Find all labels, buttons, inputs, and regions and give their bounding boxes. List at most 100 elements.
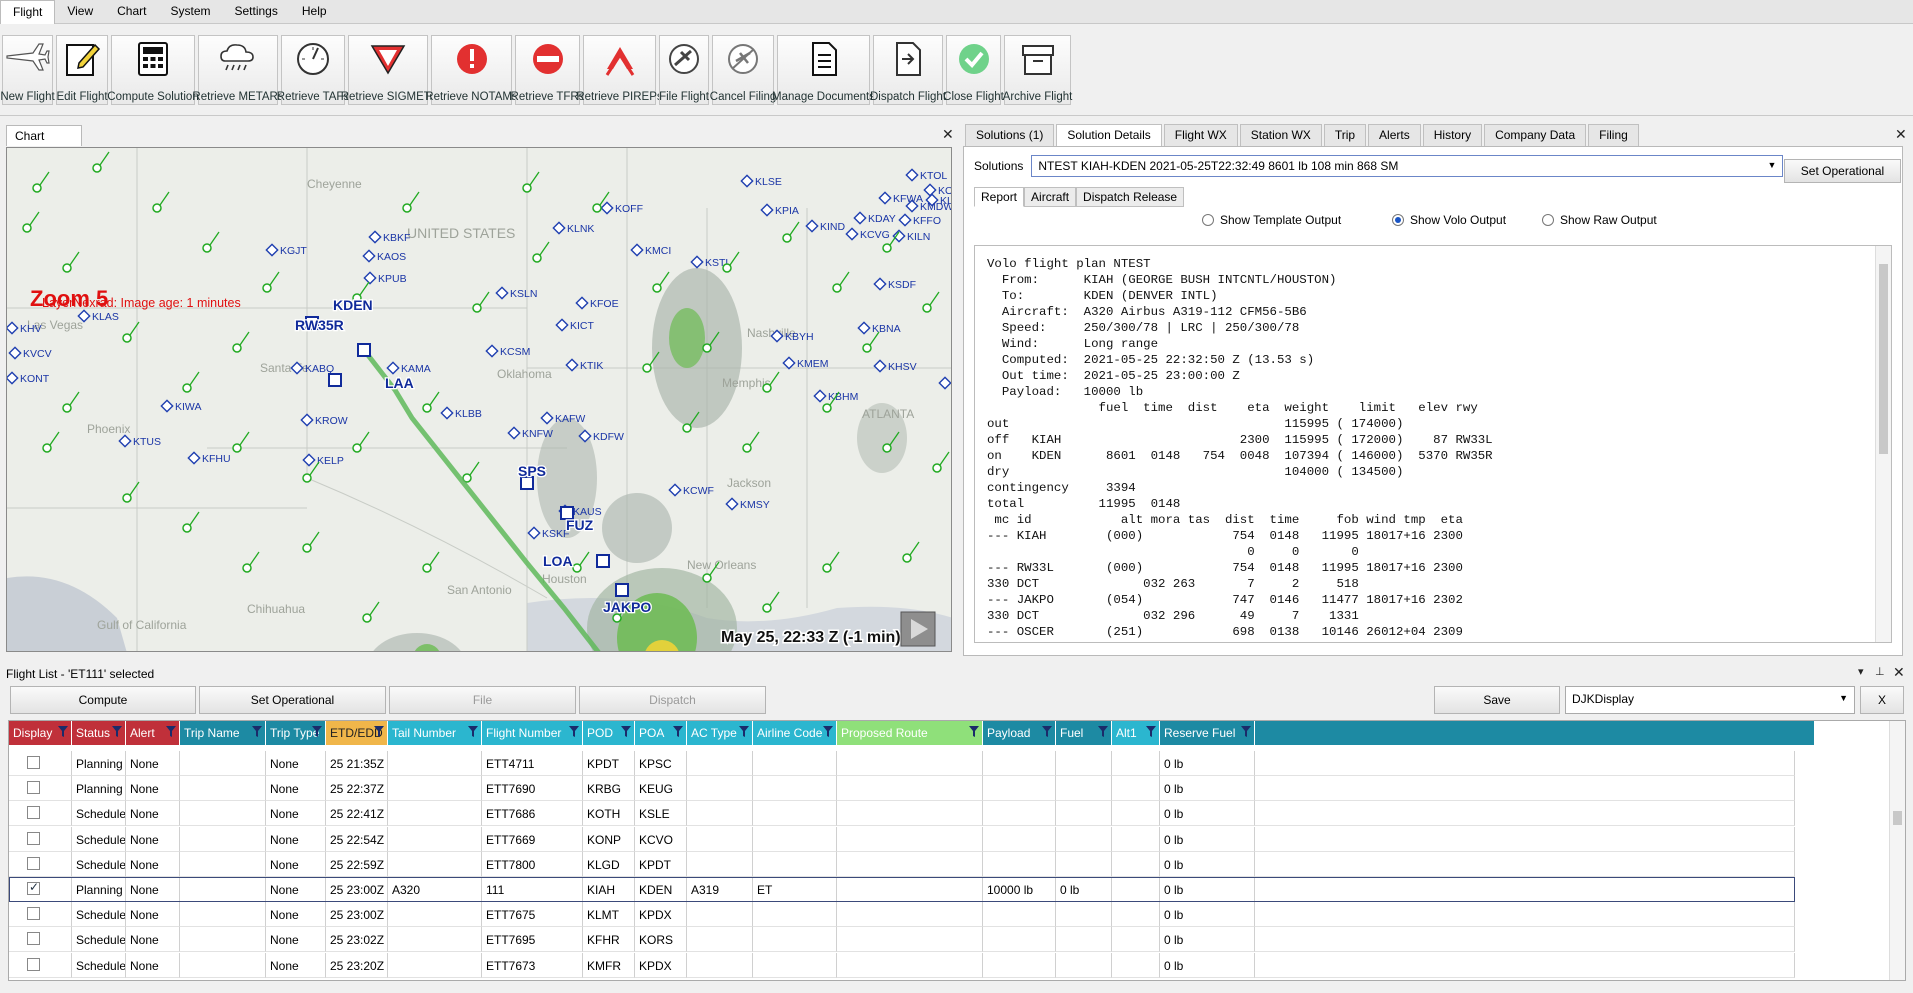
tab-trip[interactable]: Trip bbox=[1323, 124, 1367, 146]
compute-button[interactable]: Compute bbox=[10, 686, 196, 714]
table-row[interactable]: ScheduledNoneNone25 23:00ZETT7675KLMTKPD… bbox=[9, 902, 1795, 928]
subtab-report[interactable]: Report bbox=[974, 187, 1025, 207]
radio-show-raw-output[interactable]: Show Raw Output bbox=[1542, 213, 1657, 227]
table-row[interactable]: ScheduledNoneNone25 23:02ZETT7695KFHRKOR… bbox=[9, 927, 1795, 953]
column-header-reserve-fuel[interactable]: Reserve Fuel bbox=[1160, 721, 1255, 745]
menu-system[interactable]: System bbox=[158, 0, 222, 24]
solutions-select[interactable]: NTEST KIAH-KDEN 2021-05-25T22:32:49 8601… bbox=[1031, 155, 1784, 177]
tab-station-wx[interactable]: Station WX bbox=[1239, 124, 1322, 146]
station-kama[interactable]: KAMA bbox=[386, 361, 431, 375]
display-checkbox[interactable] bbox=[27, 856, 40, 870]
menu-view[interactable]: View bbox=[55, 0, 105, 24]
cell-display[interactable] bbox=[9, 826, 72, 852]
display-checkbox[interactable] bbox=[27, 806, 40, 820]
station-ktol[interactable]: KTOL bbox=[905, 168, 947, 182]
save-button[interactable]: Save bbox=[1434, 686, 1560, 714]
station-kont[interactable]: KONT bbox=[7, 371, 50, 385]
toolbar-archive-flight-button[interactable]: Archive Flight bbox=[1003, 35, 1072, 105]
table-row[interactable]: Planning None None 25 22:37Z ETT7690 KRBG KEUG… bbox=[9, 776, 1795, 802]
column-header-proposed-route[interactable]: Proposed Route bbox=[837, 721, 983, 745]
display-profile-select[interactable]: DJKDisplay ▼ bbox=[1565, 686, 1855, 714]
subtab-dispatch-release[interactable]: Dispatch Release bbox=[1076, 187, 1185, 207]
filter-icon[interactable] bbox=[823, 725, 833, 738]
station-khv[interactable]: KHV bbox=[7, 321, 42, 335]
station-kgjt[interactable]: KGJT bbox=[265, 243, 307, 257]
filter-icon[interactable] bbox=[468, 725, 478, 738]
toolbar-retrieve-notams-button[interactable]: Retrieve NOTAMs bbox=[425, 35, 518, 105]
station-klse[interactable]: KLSE bbox=[740, 174, 782, 188]
station-kcwf[interactable]: KCWF bbox=[668, 483, 714, 497]
station-kafw[interactable]: KAFW bbox=[540, 411, 585, 425]
column-header-etd-edd[interactable]: ETD/EDD bbox=[326, 721, 388, 745]
toolbar-retrieve-sigmets-button[interactable]: Retrieve SIGMETs bbox=[341, 35, 435, 105]
filter-icon[interactable] bbox=[1241, 725, 1251, 738]
station-ktus[interactable]: KTUS bbox=[118, 434, 161, 448]
station-klbb[interactable]: KLBB bbox=[440, 406, 482, 420]
filter-icon[interactable] bbox=[1042, 725, 1052, 738]
column-header-alert[interactable]: Alert bbox=[126, 721, 180, 745]
filter-icon[interactable] bbox=[312, 725, 322, 738]
tab-alerts[interactable]: Alerts bbox=[1368, 124, 1421, 146]
toolbar-retrieve-tfrs-button[interactable]: Retrieve TFRs bbox=[511, 35, 584, 105]
filter-icon[interactable] bbox=[1146, 725, 1156, 738]
cell-display[interactable] bbox=[9, 952, 72, 978]
station-kbkf[interactable]: KBKF bbox=[368, 230, 410, 244]
station-kdfw[interactable]: KDFW bbox=[578, 429, 624, 443]
filter-icon[interactable] bbox=[969, 725, 979, 738]
radio-show-volo-output[interactable]: Show Volo Output bbox=[1392, 213, 1506, 227]
station-kiwa[interactable]: KIWA bbox=[160, 399, 201, 413]
display-checkbox[interactable] bbox=[27, 907, 40, 921]
station-krow[interactable]: KROW bbox=[300, 413, 348, 427]
station-kmsy[interactable]: KMSY bbox=[725, 497, 770, 511]
station-kday[interactable]: KDAY bbox=[853, 211, 896, 225]
tab-company-data[interactable]: Company Data bbox=[1484, 124, 1587, 146]
station-khsv[interactable]: KHSV bbox=[873, 359, 917, 373]
toolbar-close-flight-button[interactable]: Close Flight bbox=[943, 35, 1004, 105]
filter-icon[interactable] bbox=[739, 725, 749, 738]
pin-icon[interactable]: ⊥ bbox=[1875, 665, 1885, 678]
display-checkbox[interactable] bbox=[27, 831, 40, 845]
station-knfw[interactable]: KNFW bbox=[507, 426, 553, 440]
display-checkbox[interactable] bbox=[27, 756, 40, 769]
column-header-fuel[interactable]: Fuel bbox=[1056, 721, 1112, 745]
toolbar-manage-documents-button[interactable]: Manage Documents bbox=[772, 35, 875, 105]
clear-profile-button[interactable]: X bbox=[1860, 686, 1904, 714]
toolbar-dispatch-flight-button[interactable]: Dispatch Flight bbox=[870, 35, 946, 105]
filter-icon[interactable] bbox=[166, 725, 176, 738]
column-header-tail-number[interactable]: Tail Number bbox=[388, 721, 482, 745]
dispatch-button[interactable]: Dispatch bbox=[579, 686, 766, 714]
menu-settings[interactable]: Settings bbox=[223, 0, 290, 24]
tab-filing[interactable]: Filing bbox=[1588, 124, 1639, 146]
table-row[interactable]: ScheduledNoneNone25 22:59ZETT7800KLGDKPD… bbox=[9, 851, 1795, 877]
cell-display[interactable] bbox=[9, 801, 72, 827]
flight-table-scrollbar[interactable] bbox=[1889, 721, 1905, 980]
display-checkbox[interactable] bbox=[27, 880, 40, 895]
station-kabq[interactable]: KABQ bbox=[290, 361, 334, 375]
station-kpia[interactable]: KPIA bbox=[760, 203, 799, 217]
dropdown-icon[interactable]: ▾ bbox=[1858, 665, 1864, 678]
toolbar-retrieve-metars-button[interactable]: Retrieve METARs bbox=[192, 35, 284, 105]
filter-icon[interactable] bbox=[569, 725, 579, 738]
report-output[interactable]: Volo flight plan NTEST From: KIAH (GEORG… bbox=[974, 245, 1892, 643]
station-koff[interactable]: KOFF bbox=[600, 201, 643, 215]
weather-map[interactable]: UNITED STATES Cheyenne Las Vegas Santa Fe Ph… bbox=[6, 147, 952, 652]
cell-display[interactable] bbox=[9, 776, 72, 802]
report-scrollbar[interactable] bbox=[1875, 246, 1891, 642]
toolbar-file-flight-button[interactable]: File Flight bbox=[659, 35, 709, 105]
filter-icon[interactable] bbox=[673, 725, 683, 738]
cell-display[interactable] bbox=[9, 927, 72, 953]
station-kbna[interactable]: KBNA bbox=[857, 321, 901, 335]
filter-icon[interactable] bbox=[621, 725, 631, 738]
tab-solutions-1-[interactable]: Solutions (1) bbox=[965, 124, 1055, 146]
station-kfhu[interactable]: KFHU bbox=[187, 451, 231, 465]
filter-icon[interactable] bbox=[374, 725, 384, 738]
filter-icon[interactable] bbox=[1098, 725, 1108, 738]
display-checkbox[interactable] bbox=[27, 932, 40, 946]
column-header-poa[interactable]: POA bbox=[635, 721, 687, 745]
station-ktik[interactable]: KTIK bbox=[565, 358, 603, 372]
column-header-ac-type[interactable]: AC Type bbox=[687, 721, 753, 745]
table-row[interactable]: PlanningNoneNone25 23:00ZA320111KIAHKDEN… bbox=[9, 877, 1795, 902]
chart-tab[interactable]: Chart bbox=[6, 125, 82, 146]
filter-icon[interactable] bbox=[112, 725, 122, 738]
column-header-display[interactable]: Display bbox=[9, 721, 72, 745]
